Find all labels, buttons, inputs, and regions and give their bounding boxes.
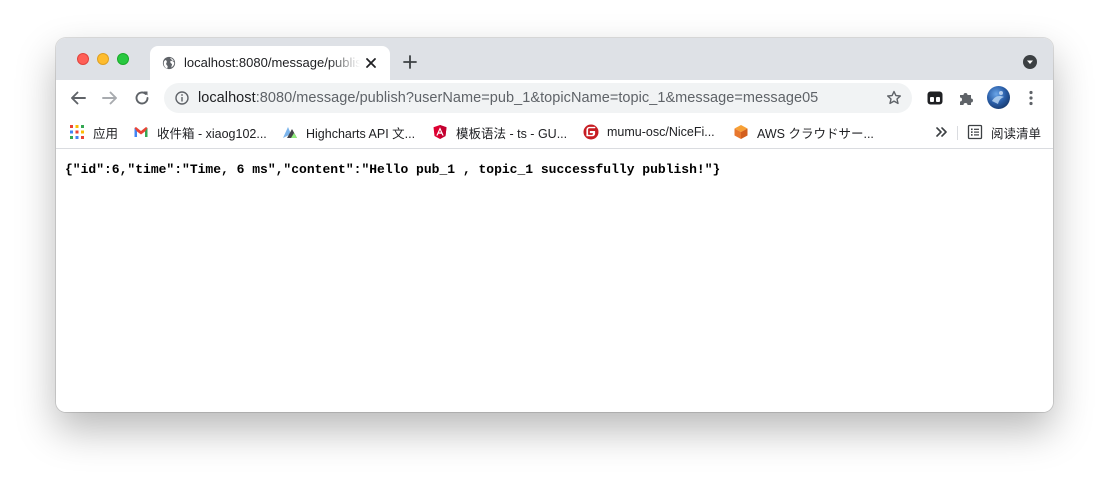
- bookmark-label: 应用: [93, 126, 119, 141]
- browser-window: localhost:8080/message/publish?userName=…: [56, 38, 1053, 412]
- bookmark-label: 收件箱 - xiaog102...: [157, 126, 267, 141]
- tab-title: localhost:8080/message/publish?userName=…: [184, 55, 360, 70]
- tab-manager-extension-icon[interactable]: [926, 89, 944, 107]
- bookmark-gitee[interactable]: mumu-osc/NiceFi...: [583, 122, 715, 142]
- angular-icon: [433, 125, 447, 139]
- tab-strip: localhost:8080/message/publish?userName=…: [56, 38, 1053, 80]
- address-bar[interactable]: localhost:8080/message/publish?userName=…: [164, 83, 912, 113]
- close-icon[interactable]: [364, 56, 378, 70]
- puzzle-extensions-icon[interactable]: [957, 89, 975, 107]
- gitee-icon: [583, 124, 599, 140]
- active-tab[interactable]: localhost:8080/message/publish?userName=…: [150, 46, 390, 80]
- bookmark-label: 模板语法 - ts - GU...: [456, 126, 568, 141]
- bookmark-label: AWS クラウドサー...: [757, 126, 874, 141]
- bookmark-label: mumu-osc/NiceFi...: [607, 125, 715, 139]
- reload-icon[interactable]: [133, 89, 151, 107]
- highcharts-icon: [283, 127, 297, 138]
- bookmark-star-icon[interactable]: [886, 90, 902, 106]
- url-text[interactable]: localhost:8080/message/publish?userName=…: [198, 90, 818, 106]
- bookmarks-bar: 应用 收件箱 - xiaog102... Highcharts API 文...: [56, 116, 1053, 149]
- tab-search-icon[interactable]: [1023, 55, 1037, 69]
- more-bookmarks-icon[interactable]: [934, 126, 948, 138]
- gmail-icon: [134, 127, 148, 137]
- info-icon[interactable]: [175, 91, 189, 105]
- bookmark-label: Highcharts API 文...: [306, 126, 416, 141]
- globe-icon: [162, 56, 176, 70]
- url-path: :8080/message/publish?userName=pub_1&top…: [255, 90, 819, 106]
- bookmark-gmail[interactable]: 收件箱 - xiaog102...: [133, 122, 267, 142]
- menu-kebab-icon[interactable]: [1022, 89, 1040, 107]
- aws-cube-icon: [734, 125, 748, 139]
- avatar-image-icon: [992, 91, 1004, 104]
- url-host: localhost: [198, 90, 256, 106]
- bookmark-highcharts[interactable]: Highcharts API 文...: [282, 122, 415, 142]
- zoom-window-button[interactable]: [117, 53, 129, 65]
- json-response-text: {"id":6,"time":"Time, 6 ms","content":"H…: [65, 162, 721, 177]
- reading-list-button[interactable]: 阅读清单: [967, 122, 1041, 142]
- profile-avatar[interactable]: [987, 86, 1010, 109]
- new-tab-button[interactable]: [402, 54, 418, 70]
- close-window-button[interactable]: [77, 53, 89, 65]
- bookmark-aws[interactable]: AWS クラウドサー...: [733, 122, 874, 142]
- apps-grid-icon: [70, 125, 84, 139]
- reading-list-label: 阅读清单: [991, 126, 1042, 141]
- toolbar: localhost:8080/message/publish?userName=…: [56, 80, 1053, 116]
- page-content: {"id":6,"time":"Time, 6 ms","content":"H…: [56, 149, 1053, 412]
- minimize-window-button[interactable]: [97, 53, 109, 65]
- reading-list-icon: [967, 124, 983, 140]
- bookmark-angular[interactable]: 模板语法 - ts - GU...: [432, 122, 567, 142]
- bookmarks-separator: [957, 126, 958, 140]
- forward-arrow-icon[interactable]: [101, 89, 119, 107]
- back-arrow-icon[interactable]: [69, 89, 87, 107]
- bookmark-apps[interactable]: 应用: [69, 122, 118, 142]
